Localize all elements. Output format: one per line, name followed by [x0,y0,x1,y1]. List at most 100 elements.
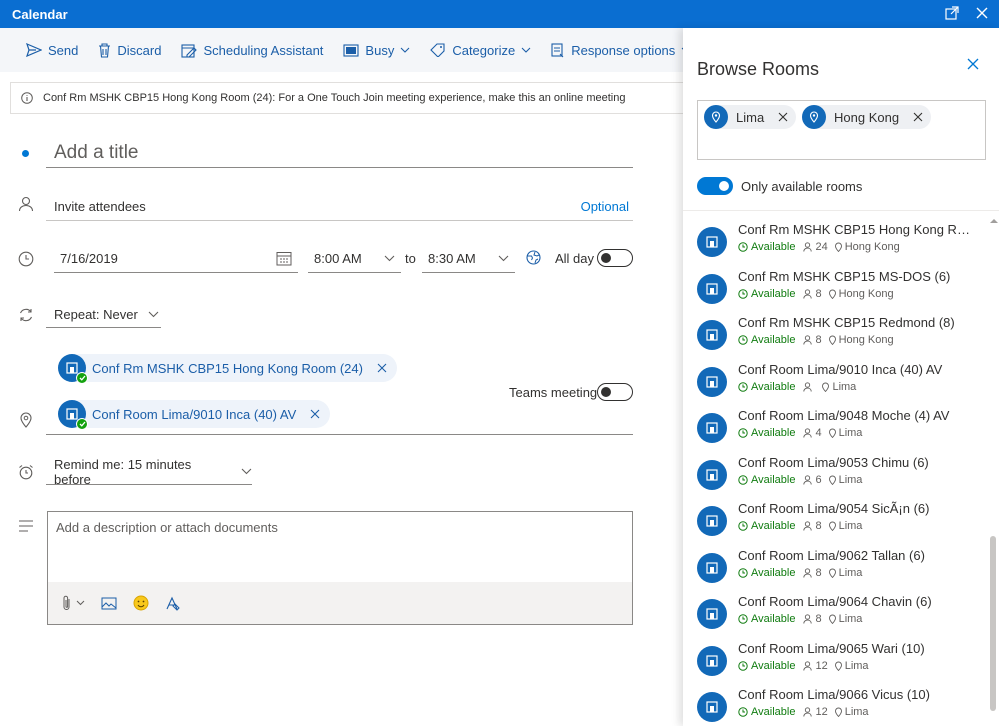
filter-chip-lima[interactable]: Lima [704,105,797,129]
remove-filter-icon[interactable] [913,112,923,122]
send-button[interactable]: Send [26,43,78,58]
all-day-toggle[interactable] [597,249,633,267]
scrollbar-thumb[interactable] [990,536,996,711]
discard-button[interactable]: Discard [98,43,161,58]
room-name: Conf Rm MSHK CBP15 MS-DOS (6) [738,268,951,284]
room-name: Conf Room Lima/9010 Inca (40) AV [738,361,943,377]
room-icon [697,645,727,676]
description-editor[interactable]: Add a description or attach documents [47,511,633,625]
end-time-select[interactable]: 8:30 AM [422,245,515,273]
location-pin-icon [828,521,836,531]
repeat-dropdown[interactable]: Repeat: Never [46,302,161,328]
remove-location-icon[interactable] [310,409,320,419]
location-chip[interactable]: Conf Room Lima/9010 Inca (40) AV [58,400,331,430]
location-pin-icon [828,289,836,299]
room-name: Conf Room Lima/9053 Chimu (6) [738,454,929,470]
check-icon [76,418,88,430]
room-list-item[interactable]: Conf Room Lima/9053 Chimu (6) Available 6 L… [697,455,982,501]
remove-location-icon[interactable] [377,363,387,373]
available-clock-icon [738,567,748,578]
info-bar: Conf Rm MSHK CBP15 Hong Kong Room (24): … [10,82,685,114]
insert-picture-icon[interactable] [101,597,117,610]
location-chip[interactable]: Conf Rm MSHK CBP15 Hong Kong Room (24) [58,354,397,384]
room-list-item[interactable]: Conf Room Lima/9010 Inca (40) AV Availabl… [697,362,982,408]
room-name: Conf Room Lima/9064 Chavin (6) [738,594,932,609]
room-list-item[interactable]: Conf Room Lima/9064 Chavin (6) Available 8… [697,594,982,640]
categorize-dropdown[interactable]: Categorize [430,43,531,58]
capacity-icon [803,288,813,299]
room-capacity: 6 [815,473,822,486]
busy-status-icon [343,43,359,57]
teams-meeting-toggle[interactable] [597,383,633,401]
only-available-toggle[interactable] [697,177,733,195]
scheduling-assistant-button[interactable]: Scheduling Assistant [181,43,323,58]
attendees-placeholder: Invite attendees [54,198,146,214]
room-list-item[interactable]: Conf Room Lima/9048 Moche (4) AV Availabl… [697,408,982,454]
capacity-icon [803,660,813,671]
room-location: Lima [838,473,863,486]
panel-title: Browse Rooms [697,59,820,79]
optional-link[interactable]: Optional [581,199,629,214]
timezone-icon[interactable] [526,250,541,268]
title-input[interactable]: Add a title [46,140,633,168]
available-clock-icon [738,288,748,299]
room-location: Lima [838,566,863,579]
room-list-item[interactable]: Conf Rm MSHK CBP15 Hong Kong Roo... Avail… [697,222,982,268]
calendar-edit-icon [181,43,198,58]
room-name: Conf Rm MSHK CBP15 Hong Kong Roo... [738,222,970,237]
attach-button[interactable] [62,595,85,611]
available-clock-icon [738,707,748,717]
remove-filter-icon[interactable] [778,112,788,122]
response-icon [551,42,564,57]
filter-chip-hong-kong[interactable]: Hong Kong [802,105,932,129]
location-pin-icon [16,410,36,430]
capacity-icon [803,707,813,717]
attendees-input[interactable]: Invite attendees Optional [46,192,633,221]
paperclip-icon [63,595,70,610]
room-icon [697,320,727,350]
chevron-down-icon [521,47,531,53]
date-picker[interactable]: 7/16/2019 [54,245,298,273]
room-list-item[interactable]: Conf Room Lima/9065 Wari (10) Available 12… [697,641,982,687]
description-toolbar [48,582,632,624]
reminder-dropdown[interactable]: Remind me: 15 minutes before [46,457,252,487]
popout-icon[interactable] [943,4,961,22]
room-list-item[interactable]: Conf Room Lima/9062 Tallan (6) Available 8… [697,548,982,594]
close-icon[interactable] [973,4,991,22]
busy-dropdown[interactable]: Busy [343,43,410,58]
start-time-value: 8:00 AM [314,251,362,266]
response-options-dropdown[interactable]: Response options [551,43,691,58]
format-painter-icon[interactable] [165,596,180,611]
capacity-icon [803,428,813,438]
emoji-icon[interactable] [133,595,149,611]
room-location: Hong Kong [838,287,894,300]
room-icon [697,506,727,536]
room-location: Lima [838,520,863,532]
room-location: Lima [844,659,869,672]
location-pin-icon [704,105,728,129]
only-available-label: Only available rooms [741,179,863,194]
chevron-down-icon [148,311,159,318]
room-list-item[interactable]: Conf Room Lima/9066 Vicus (10) Available 1… [697,687,982,726]
location-pin-icon [834,242,842,252]
room-location: Hong Kong [838,334,894,346]
room-icon [697,413,727,443]
chevron-down-icon [241,468,252,475]
room-icon [697,692,727,722]
room-filter-box[interactable]: Lima Hong Kong [697,100,986,160]
room-list-item[interactable]: Conf Rm MSHK CBP15 Redmond (8) Available 8… [697,315,982,361]
room-status: Available [751,334,796,346]
room-location: Lima [832,380,857,393]
chevron-down-icon [400,47,410,53]
chevron-down-icon [384,255,395,262]
room-list-item[interactable]: Conf Rm MSHK CBP15 MS-DOS (6) Available 8 H… [697,269,982,315]
start-time-select[interactable]: 8:00 AM [308,245,401,273]
room-status: Available [751,380,796,393]
location-pin-icon [834,661,842,671]
teams-meeting-label: Teams meeting [509,385,598,400]
scroll-up-icon[interactable] [990,212,998,227]
available-clock-icon [738,335,748,345]
room-list-item[interactable]: Conf Room Lima/9054 SicÃ¡n (6) Available 8… [697,501,982,547]
room-capacity: 8 [815,287,822,300]
close-panel-icon[interactable] [967,58,979,73]
